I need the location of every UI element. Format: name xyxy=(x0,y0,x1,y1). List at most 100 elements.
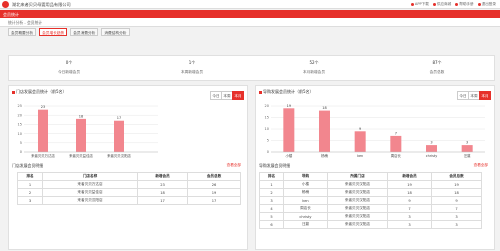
cell-new: 17 xyxy=(137,196,188,205)
y-tick-label: 5 xyxy=(20,141,22,145)
y-tick-label: 5 xyxy=(267,139,269,143)
store-month-button[interactable]: 本月 xyxy=(232,91,244,100)
stat-value: 0个 xyxy=(65,60,73,65)
chart-bar xyxy=(114,120,124,152)
cell-guide: 小楼 xyxy=(283,180,328,189)
breadcrumb-text: 统计分析 - 会员统计 xyxy=(8,20,43,25)
cell-rank: 1 xyxy=(259,180,284,189)
cell-new: 3 xyxy=(387,220,432,229)
col-store: 门店名称 xyxy=(42,172,138,181)
tab-overview[interactable]: 会员概要分析 xyxy=(8,28,37,36)
stat-month: 52个 本月新增会员 xyxy=(274,60,354,75)
table-row: 1 小楼 来者贝贝汉阳店 19 19 xyxy=(259,180,482,189)
x-tick-label: ken xyxy=(357,154,363,158)
y-tick-label: 20 xyxy=(18,113,22,117)
table-row: 1 来者贝贝万达店 23 26 xyxy=(17,180,241,189)
stat-label: 本周新增会员 xyxy=(180,70,204,74)
tab-structure[interactable]: 消费结构分析 xyxy=(101,28,130,36)
phone-icon xyxy=(410,3,414,6)
company-name: 湖北来者贝贝母婴用品有限公司 xyxy=(12,2,71,7)
stat-week: 1个 本周新增会员 xyxy=(152,60,232,75)
cell-store: 来者贝贝汉阳店 xyxy=(327,180,388,189)
guide-bar-chart: 0 5 10 15 20 19 小楼 18 杨稍 9 ken 7 周店长 3 christy 3 汪蔓 xyxy=(265,104,485,158)
x-tick-label: 小楼 xyxy=(285,153,292,158)
cell-total: 26 xyxy=(187,180,241,189)
nav-bar: 会员统计 xyxy=(0,10,500,18)
bar-value-label: 3 xyxy=(430,141,432,145)
app-download-link[interactable]: APP下载 xyxy=(410,2,429,7)
y-tick-label: 20 xyxy=(265,104,269,108)
cell-store: 来者贝贝汉阳店 xyxy=(327,212,388,221)
y-tick-label: 0 xyxy=(267,150,269,154)
guide-month-button[interactable]: 本月 xyxy=(479,91,491,100)
chart-bar xyxy=(426,145,437,152)
bar-value-label: 19 xyxy=(287,104,291,108)
cell-rank: 4 xyxy=(259,204,284,213)
table-row: 2 来者贝贝益佳店 18 19 xyxy=(17,188,241,197)
y-tick-label: 15 xyxy=(18,123,22,127)
bar-value-label: 9 xyxy=(359,127,361,131)
tab-bar: 会员概要分析 会员增长趋势 会员消费分析 消费结构分析 xyxy=(8,28,130,36)
y-tick-label: 10 xyxy=(265,127,269,131)
x-tick-label: 汪蔓 xyxy=(464,153,471,158)
col-rank: 排名 xyxy=(259,172,284,181)
help-icon xyxy=(455,3,459,6)
tab-consumption[interactable]: 会员消费分析 xyxy=(70,28,99,36)
y-tick-label: 10 xyxy=(18,132,22,136)
stat-value: 1个 xyxy=(188,60,196,65)
cell-rank: 1 xyxy=(17,180,43,189)
chart-bar xyxy=(319,110,330,152)
guide-view-all-link[interactable]: 查看全部 xyxy=(474,163,488,168)
cell-new: 19 xyxy=(387,180,432,189)
stat-label: 今日新增会员 xyxy=(57,70,81,74)
cell-total: 18 xyxy=(431,188,482,197)
x-tick-label: 来者贝贝汉阳店 xyxy=(107,153,131,158)
logout-icon xyxy=(477,3,481,6)
nav-title: 会员统计 xyxy=(3,11,19,17)
store-detail-title: 门店发展会员明细 xyxy=(12,163,44,168)
cell-rank: 2 xyxy=(259,188,284,197)
bar-value-label: 23 xyxy=(41,105,45,109)
guide-period-buttons: 今日 本周 本月 xyxy=(457,91,491,100)
cell-total: 19 xyxy=(187,188,241,197)
logout-link[interactable]: 退出登录 xyxy=(477,2,496,7)
chart-bar xyxy=(461,145,473,152)
store-bar-chart: 0 5 10 15 20 25 23 来者贝贝万达店 18 来者贝贝益佳店 17 来者贝贝汉阳店 xyxy=(18,104,158,158)
col-store: 所属门店 xyxy=(327,172,388,181)
store-icon xyxy=(432,3,436,6)
cell-store: 来者贝贝汉阳店 xyxy=(327,188,388,197)
supplier-mall-link[interactable]: 供应商城 xyxy=(432,2,451,7)
y-tick-label: 25 xyxy=(18,104,22,108)
store-table: 排名 门店名称 新增会员 会员总数 1 来者贝贝万达店 23 26 2 来者贝贝… xyxy=(17,172,241,205)
cell-guide: ken xyxy=(283,196,328,205)
col-total: 会员总数 xyxy=(187,172,241,181)
chart-bar xyxy=(76,118,86,152)
chart-bar xyxy=(283,108,295,152)
y-tick-label: 0 xyxy=(20,150,22,154)
tab-growth-trend[interactable]: 会员增长趋势 xyxy=(39,28,68,36)
cell-total: 3 xyxy=(431,212,482,221)
table-row: 3 ken 来者贝贝汉阳店 9 9 xyxy=(259,196,482,205)
store-view-all-link[interactable]: 查看全部 xyxy=(227,163,241,168)
cell-new: 18 xyxy=(137,188,188,197)
stat-total: 87个 会员总数 xyxy=(397,60,477,75)
stat-label: 本月新增会员 xyxy=(302,70,326,74)
cell-new: 18 xyxy=(387,188,432,197)
x-tick-label: 杨稍 xyxy=(321,153,328,158)
chart-bar xyxy=(390,135,402,152)
chart-bar xyxy=(38,109,48,152)
guide-table: 排名 导购 所属门店 新增会员 会员总数 1 小楼 来者贝贝汉阳店 19 19 2 杨稍 来者… xyxy=(259,172,482,229)
cell-new: 23 xyxy=(137,180,188,189)
cell-rank: 5 xyxy=(259,212,284,221)
cell-guide: 周店长 xyxy=(283,204,328,213)
x-tick-label: christy xyxy=(426,154,437,158)
help-manual-link[interactable]: 帮助手册 xyxy=(455,2,474,7)
cell-store: 来者贝贝万达店 xyxy=(42,180,138,189)
chart-bar xyxy=(354,131,366,152)
bar-value-label: 17 xyxy=(117,116,121,120)
x-tick-label: 来者贝贝万达店 xyxy=(31,153,55,158)
top-links: APP下载 供应商城 帮助手册 退出登录 xyxy=(410,2,496,7)
guide-chart-title: 导购发展会员统计（前5名） xyxy=(259,89,314,95)
cell-guide: 杨稍 xyxy=(283,188,328,197)
stat-value: 87个 xyxy=(432,60,442,65)
